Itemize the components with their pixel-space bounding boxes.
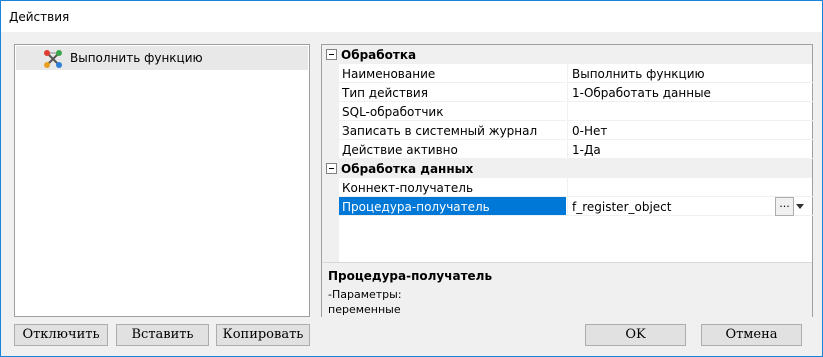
function-icon bbox=[44, 50, 62, 68]
property-name-cell: SQL-обработчик bbox=[339, 102, 566, 121]
property-value-cell[interactable]: 0-Нет bbox=[567, 121, 813, 140]
ok-button[interactable]: OK bbox=[585, 324, 686, 346]
property-name-cell: Действие активно bbox=[339, 140, 566, 159]
category-data-processing[interactable]: Обработка данных bbox=[322, 159, 812, 178]
property-value: 1-Да bbox=[572, 143, 601, 157]
property-name-cell: Наименование bbox=[339, 64, 566, 83]
property-value[interactable]: f_register_object bbox=[572, 200, 671, 214]
property-name-cell: Коннект-получатель bbox=[339, 178, 566, 197]
collapse-icon[interactable] bbox=[326, 49, 337, 60]
disable-button[interactable]: Отключить bbox=[14, 324, 108, 346]
property-value-cell[interactable]: 1-Обработать данные bbox=[567, 83, 813, 102]
cancel-button[interactable]: Отмена bbox=[701, 324, 802, 346]
property-row[interactable]: Записать в системный журнал 0-Нет bbox=[322, 121, 813, 140]
property-row[interactable]: Тип действия 1-Обработать данные bbox=[322, 83, 813, 102]
collapse-icon[interactable] bbox=[326, 163, 337, 174]
description-title: Процедура-получатель bbox=[328, 269, 493, 283]
property-name-cell: Процедура-получатель bbox=[339, 197, 566, 216]
actions-tree[interactable]: Выполнить функцию bbox=[14, 44, 310, 317]
copy-button[interactable]: Копировать bbox=[216, 324, 310, 346]
property-value-editor[interactable]: f_register_object ... bbox=[567, 197, 813, 216]
property-row[interactable]: Наименование Выполнить функцию bbox=[322, 64, 813, 83]
category-label: Обработка bbox=[341, 48, 417, 62]
property-name: Тип действия bbox=[342, 86, 428, 100]
property-value-cell[interactable] bbox=[567, 102, 813, 121]
property-value-cell[interactable] bbox=[567, 178, 813, 197]
property-value: 0-Нет bbox=[572, 124, 608, 138]
description-text: -Параметры: переменные bbox=[328, 288, 402, 316]
property-row[interactable]: SQL-обработчик bbox=[322, 102, 813, 121]
property-row[interactable]: Действие активно 1-Да bbox=[322, 140, 813, 159]
property-value: Выполнить функцию bbox=[572, 67, 705, 81]
property-value-cell[interactable]: 1-Да bbox=[567, 140, 813, 159]
category-label: Обработка данных bbox=[341, 162, 474, 176]
dialog-window: Действия Выполнить функцию Обработка Наи… bbox=[0, 0, 823, 357]
dialog-client-area: Выполнить функцию Обработка Наименование… bbox=[1, 32, 822, 356]
property-value: 1-Обработать данные bbox=[572, 86, 711, 100]
property-name-cell: Тип действия bbox=[339, 83, 566, 102]
property-name: SQL-обработчик bbox=[342, 105, 444, 119]
property-name: Коннект-получатель bbox=[342, 181, 474, 195]
title-bar[interactable]: Действия bbox=[1, 1, 822, 32]
property-name: Записать в системный журнал bbox=[342, 124, 538, 138]
dropdown-arrow-icon[interactable] bbox=[796, 204, 804, 209]
description-panel: Процедура-получатель -Параметры: перемен… bbox=[322, 262, 812, 317]
ellipsis-button[interactable]: ... bbox=[775, 197, 794, 216]
tree-item-execute-function[interactable]: Выполнить функцию bbox=[16, 46, 308, 70]
property-row-selected[interactable]: Процедура-получатель f_register_object .… bbox=[322, 197, 813, 216]
tree-item-label: Выполнить функцию bbox=[70, 51, 203, 65]
property-row[interactable]: Коннект-получатель bbox=[322, 178, 813, 197]
paste-button[interactable]: Вставить bbox=[116, 324, 209, 346]
property-grid[interactable]: Обработка Наименование Выполнить функцию… bbox=[321, 44, 813, 317]
property-value-cell[interactable]: Выполнить функцию bbox=[567, 64, 813, 83]
category-processing[interactable]: Обработка bbox=[322, 45, 812, 64]
window-title: Действия bbox=[9, 10, 70, 24]
property-name: Действие активно bbox=[342, 143, 458, 157]
property-name-cell: Записать в системный журнал bbox=[339, 121, 566, 140]
property-name: Наименование bbox=[342, 67, 436, 81]
property-name: Процедура-получатель bbox=[342, 200, 490, 214]
